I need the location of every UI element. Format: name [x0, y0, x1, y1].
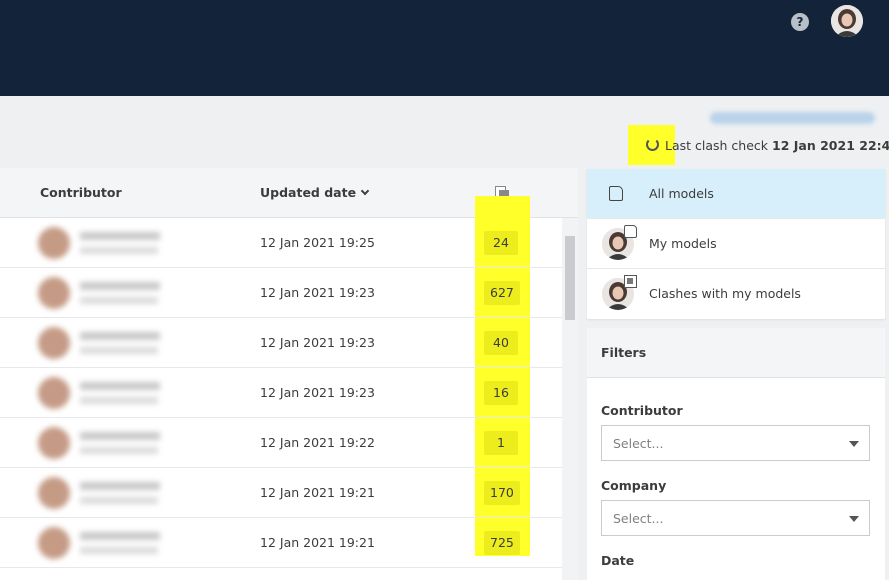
contributor-cell: [36, 327, 166, 359]
model-filter-my-models[interactable]: My models: [587, 219, 885, 269]
table-row[interactable]: 12 Jan 2021 19:23 40: [0, 318, 562, 368]
avatar: [38, 427, 70, 459]
model-filter-label: My models: [649, 236, 717, 251]
column-header-updated-date[interactable]: Updated date: [260, 185, 370, 200]
contributor-select-placeholder: Select...: [613, 436, 664, 451]
date-filter-label: Date: [601, 553, 635, 568]
updated-date-cell: 12 Jan 2021 19:21: [260, 485, 375, 500]
clash-count-badge[interactable]: 16: [484, 381, 518, 405]
avatar: [38, 527, 70, 559]
avatar: [38, 227, 70, 259]
updated-date-cell: 12 Jan 2021 19:25: [260, 235, 375, 250]
updated-date-cell: 12 Jan 2021 19:21: [260, 535, 375, 550]
model-filter-clashes-with-my-models[interactable]: Clashes with my models: [587, 269, 885, 319]
filters-panel: Filters Contributor Select... Company Se…: [587, 328, 885, 580]
updated-date-cell: 12 Jan 2021 19:23: [260, 285, 375, 300]
table-scrollbar[interactable]: [562, 218, 578, 580]
company-select-placeholder: Select...: [613, 511, 664, 526]
column-header-contributor[interactable]: Contributor: [40, 185, 122, 200]
contributor-cell: [36, 377, 166, 409]
avatar: [38, 377, 70, 409]
table-row[interactable]: 12 Jan 2021 19:23 627: [0, 268, 562, 318]
updated-date-cell: 12 Jan 2021 19:23: [260, 335, 375, 350]
clash-count-badge[interactable]: 24: [484, 231, 518, 255]
company-select[interactable]: Select...: [601, 500, 870, 536]
contributor-cell: [36, 427, 166, 459]
model-filter-all-models[interactable]: All models: [587, 169, 885, 219]
model-filter-list: All models My models Clashes with my mod…: [587, 169, 885, 319]
models-table: Contributor Updated date 12 Jan 2021 19:…: [0, 168, 578, 580]
contributor-cell: [36, 477, 166, 509]
column-header-updated-label: Updated date: [260, 185, 357, 200]
contributor-cell: [36, 277, 166, 309]
contributor-cell: [36, 527, 166, 559]
help-icon[interactable]: ?: [791, 13, 809, 31]
caret-down-icon: [849, 516, 859, 522]
avatar: [38, 327, 70, 359]
clash-count-badge[interactable]: 170: [484, 481, 520, 505]
clash-count-badge[interactable]: 1: [484, 431, 518, 455]
model-filter-label: Clashes with my models: [649, 286, 801, 301]
contributor-cell: [36, 227, 166, 259]
clash-count-badge[interactable]: 627: [484, 281, 520, 305]
table-row[interactable]: 12 Jan 2021 19:22 1: [0, 418, 562, 468]
avatar: [38, 277, 70, 309]
refresh-icon[interactable]: [646, 138, 659, 151]
table-row[interactable]: 12 Jan 2021 19:25 24: [0, 218, 562, 268]
contributor-select[interactable]: Select...: [601, 425, 870, 461]
last-clash-check: Last clash check 12 Jan 2021 22:47: [665, 138, 889, 153]
company-filter-label: Company: [601, 478, 667, 493]
page-subheader: Last clash check 12 Jan 2021 22:47: [0, 96, 889, 168]
chevron-down-icon: [360, 186, 370, 196]
last-clash-check-label: Last clash check: [665, 138, 769, 153]
clash-badge-icon: [624, 275, 637, 288]
last-clash-check-timestamp: 12 Jan 2021 22:47: [772, 138, 889, 153]
table-row[interactable]: 12 Jan 2021 19:21 170: [0, 468, 562, 518]
table-row[interactable]: 12 Jan 2021 19:23 16: [0, 368, 562, 418]
user-avatar-icon: [831, 5, 863, 37]
model-badge-icon: [624, 225, 637, 238]
scrollbar-thumb[interactable]: [565, 236, 575, 320]
filters-title: Filters: [601, 345, 647, 360]
avatar: [38, 477, 70, 509]
filters-header: Filters: [587, 328, 885, 378]
clash-count-badge[interactable]: 40: [484, 331, 518, 355]
cube-icon: [609, 186, 623, 201]
updated-date-cell: 12 Jan 2021 19:22: [260, 435, 375, 450]
clash-count-badge[interactable]: 725: [484, 531, 520, 555]
table-row[interactable]: 12 Jan 2021 19:21 725: [0, 518, 562, 568]
top-navigation-bar: ?: [0, 0, 889, 96]
model-filter-label: All models: [649, 186, 714, 201]
caret-down-icon: [849, 441, 859, 447]
updated-date-cell: 12 Jan 2021 19:23: [260, 385, 375, 400]
blurred-link[interactable]: [710, 112, 875, 124]
contributor-filter-label: Contributor: [601, 403, 683, 418]
user-avatar[interactable]: [831, 5, 863, 37]
